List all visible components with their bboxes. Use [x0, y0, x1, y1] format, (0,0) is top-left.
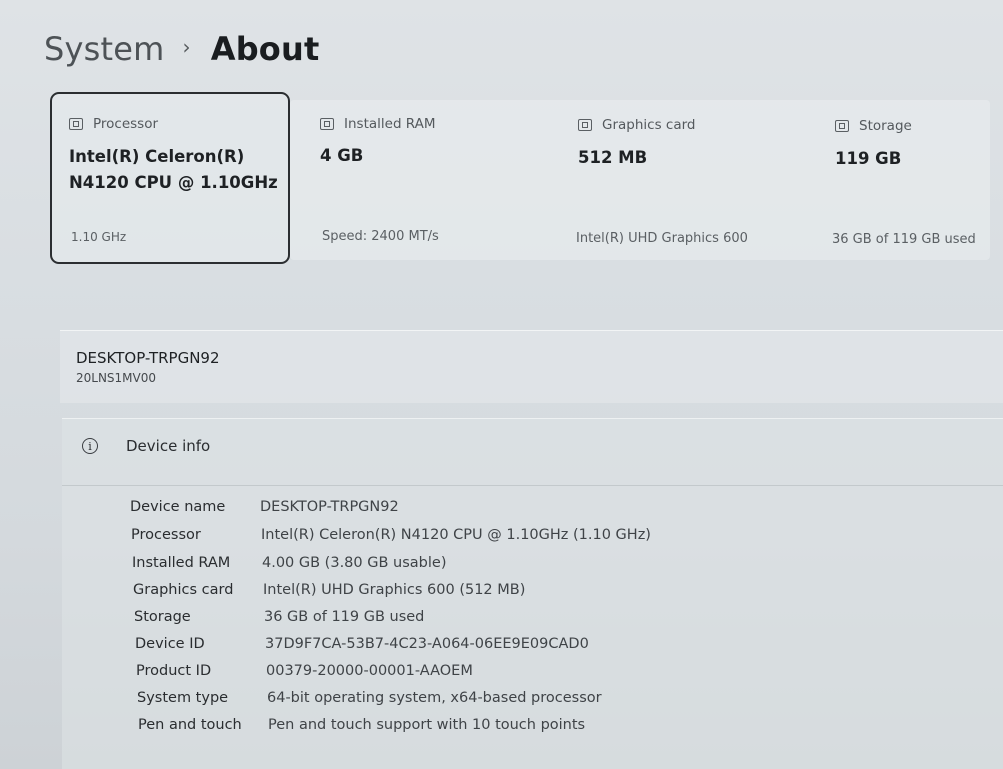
device-info-card: i Device info Device name DESKTOP-TRPGN9…	[62, 418, 1003, 769]
spec-card-header: Processor	[69, 116, 158, 132]
spec-label: Device name	[130, 499, 226, 515]
spec-card-value-line2: N4120 CPU @ 1.10GHz	[69, 173, 278, 192]
spec-value: 64-bit operating system, x64-based proce…	[267, 690, 602, 706]
device-name: DESKTOP-TRPGN92	[76, 349, 220, 367]
spec-card-value: 4 GB	[320, 146, 364, 165]
spec-value: DESKTOP-TRPGN92	[260, 499, 399, 515]
info-icon: i	[82, 438, 98, 454]
spec-card-header: Installed RAM	[320, 116, 436, 132]
spec-card-processor[interactable]: Processor Intel(R) Celeron(R) N4120 CPU …	[50, 92, 290, 264]
spec-card-sub: 1.10 GHz	[71, 230, 127, 244]
spec-card-sub: Intel(R) UHD Graphics 600	[576, 231, 748, 246]
storage-icon	[835, 120, 849, 132]
processor-icon	[69, 118, 83, 130]
graphics-card-icon	[578, 119, 592, 131]
spec-label: Installed RAM	[132, 555, 231, 571]
spec-label: Pen and touch	[138, 717, 242, 733]
device-name-card: DESKTOP-TRPGN92 20LNS1MV00	[60, 330, 1003, 403]
spec-card-title: Graphics card	[602, 117, 696, 133]
ram-icon	[320, 118, 334, 130]
device-info-header[interactable]: i Device info	[82, 437, 210, 455]
spec-label: Product ID	[136, 663, 212, 679]
spec-card-value: 119 GB	[835, 149, 902, 168]
spec-label: Storage	[134, 609, 191, 625]
spec-card-value: Intel(R) Celeron(R) N4120 CPU @ 1.10GHz	[69, 144, 278, 196]
spec-card-title: Processor	[93, 116, 159, 132]
spec-value: Pen and touch support with 10 touch poin…	[268, 717, 586, 733]
spec-card-ram[interactable]: Installed RAM 4 GB Speed: 2400 MT/s	[300, 92, 540, 264]
spec-card-graphics[interactable]: Graphics card 512 MB Intel(R) UHD Graphi…	[558, 92, 798, 264]
spec-card-sub: Speed: 2400 MT/s	[322, 229, 439, 244]
spec-card-sub: 36 GB of 119 GB used	[832, 232, 976, 247]
spec-label: Processor	[131, 527, 201, 543]
spec-card-title: Storage	[859, 118, 912, 134]
device-info-title: Device info	[126, 437, 211, 455]
spec-value: 37D9F7CA-53B7-4C23-A064-06EE9E09CAD0	[265, 636, 589, 652]
spec-card-value-line1: Intel(R) Celeron(R)	[69, 147, 245, 166]
divider	[62, 485, 1003, 486]
spec-value: Intel(R) UHD Graphics 600 (512 MB)	[263, 582, 526, 598]
spec-label: Device ID	[135, 636, 205, 652]
spec-value: Intel(R) Celeron(R) N4120 CPU @ 1.10GHz …	[261, 527, 651, 543]
spec-card-value: 512 MB	[578, 148, 648, 167]
spec-label: System type	[137, 690, 229, 706]
spec-card-header: Graphics card	[578, 117, 696, 133]
spec-value: 00379-20000-00001-AAOEM	[266, 663, 473, 679]
breadcrumb: System › About	[44, 30, 319, 68]
device-model: 20LNS1MV00	[76, 371, 157, 385]
breadcrumb-separator: ›	[182, 35, 191, 59]
spec-cards: Processor Intel(R) Celeron(R) N4120 CPU …	[50, 92, 990, 266]
spec-card-header: Storage	[835, 118, 912, 134]
spec-card-storage[interactable]: Storage 119 GB 36 GB of 119 GB used	[815, 92, 990, 264]
breadcrumb-system[interactable]: System	[44, 30, 165, 68]
spec-label: Graphics card	[133, 582, 234, 598]
spec-value: 36 GB of 119 GB used	[264, 609, 425, 625]
page-title: About	[210, 30, 320, 68]
spec-value: 4.00 GB (3.80 GB usable)	[262, 555, 447, 571]
spec-card-title: Installed RAM	[344, 116, 436, 132]
